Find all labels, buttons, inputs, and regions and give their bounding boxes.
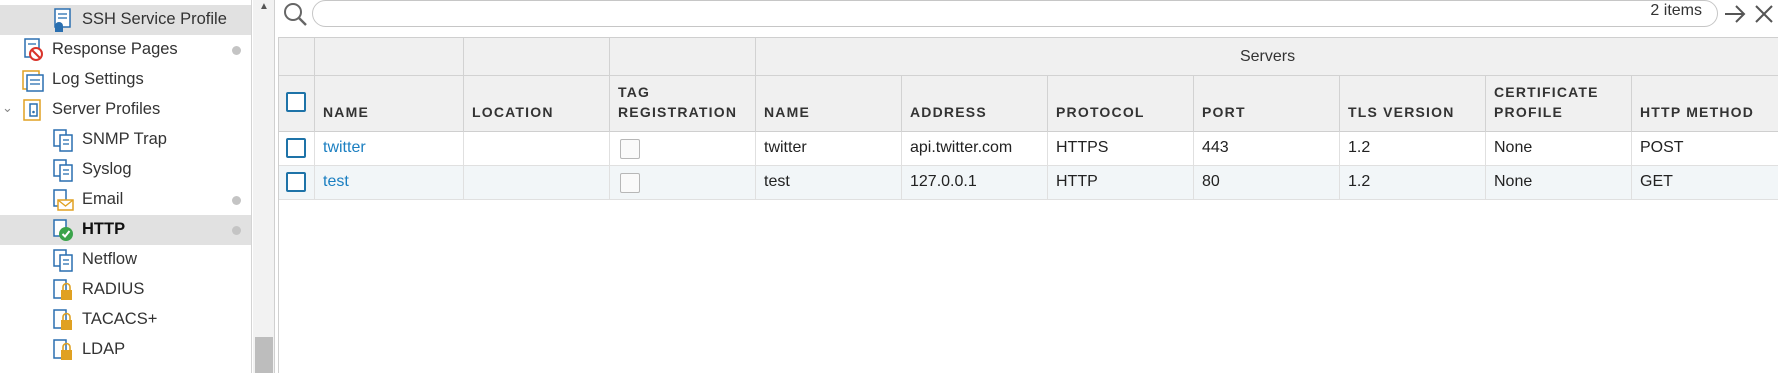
sidebar-item-response-pages[interactable]: Response Pages (0, 35, 251, 65)
select-all-cell (279, 76, 315, 132)
protocol-value: HTTPS (1056, 139, 1109, 156)
server-doc-icon (53, 249, 73, 272)
lock-server-icon (53, 339, 72, 360)
column-header-name[interactable]: NAME (315, 76, 464, 132)
profile-name-link[interactable]: test (323, 173, 349, 191)
response-pages-icon (24, 38, 43, 61)
tls-version-value: 1.2 (1348, 139, 1371, 156)
profile-name-link[interactable]: twitter (323, 139, 366, 157)
servers-group-header: Servers (756, 38, 1778, 76)
status-dot (232, 226, 241, 235)
chevron-down-icon[interactable]: ⌄ (2, 100, 13, 116)
sidebar-scrollbar[interactable]: ▲ (253, 0, 275, 373)
address-value: 127.0.0.1 (910, 173, 977, 190)
column-header-address[interactable]: ADDRESS (902, 76, 1048, 132)
certificate-profile-value: None (1494, 173, 1533, 190)
column-header-location[interactable]: LOCATION (464, 76, 610, 132)
server-name-value: test (764, 173, 790, 190)
table-row[interactable]: test test 127.0.0.1 HTTP 80 1.2 None GET (279, 166, 1778, 200)
arrow-right-icon[interactable] (1722, 2, 1748, 26)
protocol-value: HTTP (1056, 173, 1098, 190)
sidebar-item-label: HTTP (82, 220, 126, 238)
server-doc-icon (53, 159, 73, 182)
address-value: api.twitter.com (910, 139, 1013, 156)
table-row[interactable]: twitter twitter api.twitter.com HTTPS 44… (279, 132, 1778, 166)
server-doc-icon (53, 129, 73, 152)
sidebar-item-label: SSH Service Profile (82, 10, 227, 28)
http-method-value: POST (1640, 139, 1684, 156)
http-method-value: GET (1640, 173, 1673, 190)
sidebar-item-server-profiles[interactable]: ⌄ Server Profiles (0, 95, 251, 125)
lock-server-icon (53, 309, 72, 330)
tag-registration-checkbox (620, 173, 640, 193)
sidebar-item-tacacs[interactable]: TACACS+ (0, 305, 251, 335)
sidebar-item-label: Response Pages (52, 40, 178, 58)
table-header: Servers NAME LOCATION TAG REGISTRATION NA… (279, 37, 1778, 132)
http-icon (53, 219, 73, 241)
close-icon[interactable] (1752, 2, 1776, 26)
column-header-port[interactable]: PORT (1194, 76, 1340, 132)
sidebar-item-radius[interactable]: RADIUS (0, 275, 251, 305)
port-value: 443 (1202, 139, 1229, 156)
tag-registration-checkbox (620, 139, 640, 159)
sidebar-item-label: Email (82, 190, 124, 208)
navigation-sidebar: SSH Service Profile Response Pages Log S… (0, 0, 252, 373)
column-header-tag-registration[interactable]: TAG REGISTRATION (610, 76, 756, 132)
http-server-profiles-table: Servers NAME LOCATION TAG REGISTRATION NA… (278, 37, 1778, 373)
sidebar-item-label: Server Profiles (52, 100, 161, 118)
sidebar-item-http[interactable]: HTTP (0, 215, 251, 245)
server-profiles-icon (23, 99, 41, 121)
sidebar-item-label: SNMP Trap (82, 130, 167, 148)
sidebar-item-syslog[interactable]: Syslog (0, 155, 251, 185)
sidebar-item-netflow[interactable]: Netflow (0, 245, 251, 275)
search-input[interactable] (312, 0, 1718, 27)
ssh-profile-icon (54, 8, 71, 32)
column-header-server-name[interactable]: NAME (756, 76, 902, 132)
select-all-checkbox[interactable] (286, 92, 306, 112)
column-header-certificate-profile[interactable]: CERTIFICATE PROFILE (1486, 76, 1632, 132)
column-header-http-method[interactable]: HTTP METHOD (1632, 76, 1778, 132)
item-count: 2 items (1650, 2, 1702, 19)
log-settings-icon (22, 70, 44, 92)
scrollbar-thumb[interactable] (255, 337, 273, 373)
tls-version-value: 1.2 (1348, 173, 1371, 190)
sidebar-item-ssh-service-profile[interactable]: SSH Service Profile (0, 5, 251, 35)
row-checkbox[interactable] (286, 138, 306, 158)
lock-server-icon (53, 279, 72, 300)
status-dot (232, 196, 241, 205)
certificate-profile-value: None (1494, 139, 1533, 156)
sidebar-item-log-settings[interactable]: Log Settings (0, 65, 251, 95)
scroll-up-icon[interactable]: ▲ (259, 1, 269, 12)
search-icon[interactable] (282, 1, 308, 27)
sidebar-item-label: RADIUS (82, 280, 145, 298)
sidebar-item-label: LDAP (82, 340, 126, 358)
sidebar-item-snmp-trap[interactable]: SNMP Trap (0, 125, 251, 155)
port-value: 80 (1202, 173, 1220, 190)
sidebar-item-label: Syslog (82, 160, 132, 178)
server-name-value: twitter (764, 139, 807, 156)
sidebar-item-email[interactable]: Email (0, 185, 251, 215)
email-icon (53, 189, 74, 211)
column-header-tls-version[interactable]: TLS VERSION (1340, 76, 1486, 132)
sidebar-item-ldap[interactable]: LDAP (0, 335, 251, 365)
sidebar-item-label: Netflow (82, 250, 138, 268)
status-dot (232, 46, 241, 55)
row-checkbox[interactable] (286, 172, 306, 192)
sidebar-item-label: TACACS+ (82, 310, 158, 328)
column-header-protocol[interactable]: PROTOCOL (1048, 76, 1194, 132)
sidebar-item-label: Log Settings (52, 70, 144, 88)
